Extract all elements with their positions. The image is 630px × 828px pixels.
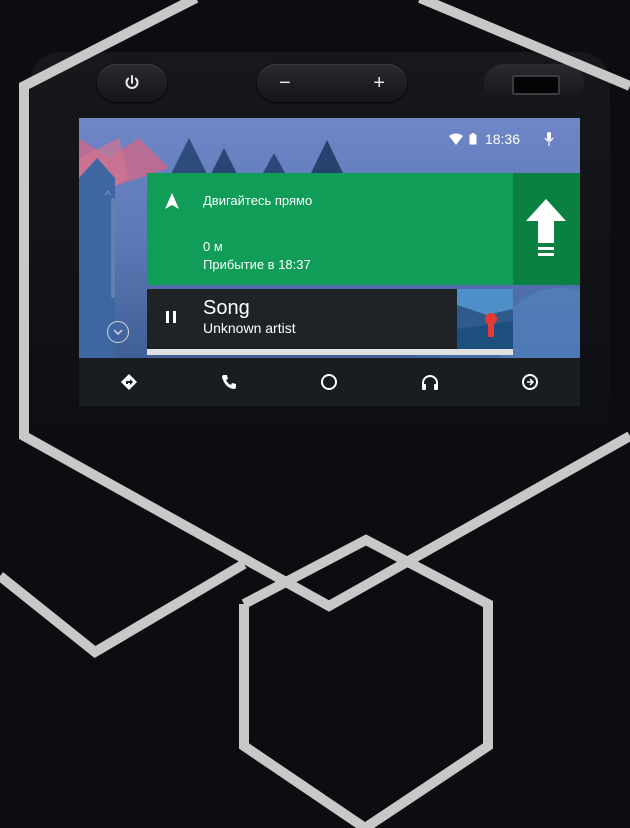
status-bar: 18:36 bbox=[448, 126, 580, 152]
scroll-down-button[interactable] bbox=[107, 321, 129, 343]
navigation-card[interactable]: Двигайтесь прямо 0 м Прибытие в 18:37 bbox=[147, 173, 513, 285]
navigation-instruction: Двигайтесь прямо bbox=[203, 193, 313, 208]
nav-button-home[interactable] bbox=[309, 362, 349, 402]
chevron-down-icon bbox=[113, 329, 123, 335]
pause-icon[interactable] bbox=[165, 310, 177, 324]
power-button[interactable] bbox=[97, 64, 167, 102]
navigation-arrow-icon bbox=[165, 193, 179, 209]
phone-icon bbox=[222, 375, 237, 389]
scroll-rail bbox=[111, 198, 115, 298]
microphone-icon[interactable] bbox=[544, 132, 554, 146]
navigation-icon bbox=[121, 374, 138, 390]
nav-button-navigation[interactable] bbox=[109, 362, 149, 402]
battery-icon bbox=[469, 133, 477, 145]
page: − + 18:36 ^ Двигайтесь прямо 0 м Прибыти… bbox=[0, 0, 630, 828]
song-artist: Unknown artist bbox=[203, 320, 296, 336]
nav-button-music[interactable] bbox=[410, 362, 450, 402]
media-progress-bar[interactable] bbox=[147, 349, 513, 355]
android-auto-screen: 18:36 ^ Двигайтесь прямо 0 м Прибытие в … bbox=[79, 118, 580, 406]
navigation-arrival-time: Прибытие в 18:37 bbox=[203, 257, 311, 272]
volume-up-button[interactable]: + bbox=[373, 72, 385, 95]
bottom-navigation-bar bbox=[79, 358, 580, 406]
album-art bbox=[457, 289, 513, 349]
song-title: Song bbox=[203, 297, 250, 319]
power-icon bbox=[125, 75, 139, 89]
scroll-up-indicator: ^ bbox=[105, 188, 111, 202]
home-icon bbox=[321, 374, 338, 390]
navigation-distance: 0 м bbox=[203, 239, 223, 254]
nav-button-phone[interactable] bbox=[209, 362, 249, 402]
usb-port bbox=[484, 64, 584, 102]
arrow-up-icon bbox=[526, 199, 566, 256]
navigation-direction-panel[interactable] bbox=[513, 173, 580, 285]
exit-icon bbox=[521, 374, 538, 390]
wifi-icon bbox=[448, 133, 463, 145]
clock: 18:36 bbox=[484, 131, 520, 147]
headphones-icon bbox=[421, 375, 438, 390]
usb-slot bbox=[512, 75, 560, 95]
volume-rocker[interactable]: − + bbox=[257, 64, 407, 102]
nav-button-exit[interactable] bbox=[510, 362, 550, 402]
volume-down-button[interactable]: − bbox=[279, 72, 291, 95]
